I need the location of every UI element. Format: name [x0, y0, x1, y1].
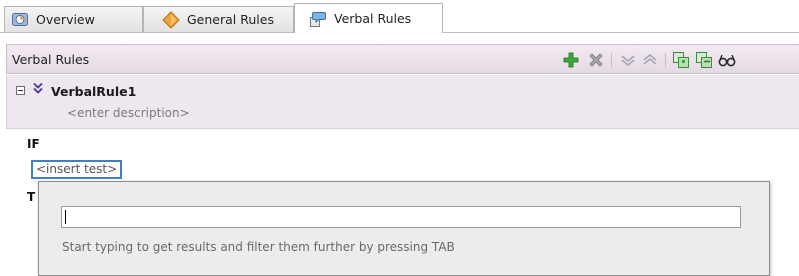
insert-test-link[interactable]: <insert test>	[31, 160, 123, 179]
expand-all-icon[interactable]	[619, 51, 637, 69]
test-builder-popup: Start typing to get results and filter t…	[38, 181, 770, 276]
tab-general-rules-label: General Rules	[187, 12, 274, 27]
show-advanced-icon[interactable]	[718, 51, 736, 69]
tab-verbal-rules-label: Verbal Rules	[334, 11, 412, 26]
verbal-rules-header: Verbal Rules	[6, 44, 799, 74]
general-rules-icon	[162, 10, 180, 29]
rule-row: VerbalRule1 <enter description>	[6, 75, 799, 129]
then-label: T	[27, 190, 36, 204]
tab-overview[interactable]: Overview	[4, 6, 143, 32]
tab-overview-label: Overview	[36, 12, 95, 27]
remove-rule-icon[interactable]	[695, 51, 713, 69]
text-caret	[65, 210, 66, 224]
rule-description[interactable]: <enter description>	[67, 106, 190, 120]
panel-title: Verbal Rules	[12, 52, 90, 67]
overview-icon	[12, 12, 28, 26]
popup-hint: Start typing to get results and filter t…	[62, 240, 455, 254]
rule-options-chevron-icon[interactable]	[32, 82, 44, 95]
toolbar-separator	[665, 53, 666, 67]
tab-verbal-rules[interactable]: Verbal Rules	[294, 3, 443, 33]
toolbar-separator	[611, 53, 612, 67]
tab-bar: Overview General Rules Verbal Rules	[0, 0, 799, 33]
rule-name[interactable]: VerbalRule1	[51, 84, 136, 99]
verbal-rules-icon	[310, 11, 326, 27]
collapse-toggle[interactable]	[16, 86, 25, 95]
delete-icon[interactable]	[587, 51, 605, 69]
collapse-all-icon[interactable]	[641, 51, 659, 69]
if-label: IF	[27, 137, 40, 151]
add-icon[interactable]	[562, 51, 580, 69]
add-rule-icon[interactable]	[672, 51, 690, 69]
tab-general-rules[interactable]: General Rules	[143, 6, 294, 32]
test-search-input[interactable]	[61, 206, 741, 228]
